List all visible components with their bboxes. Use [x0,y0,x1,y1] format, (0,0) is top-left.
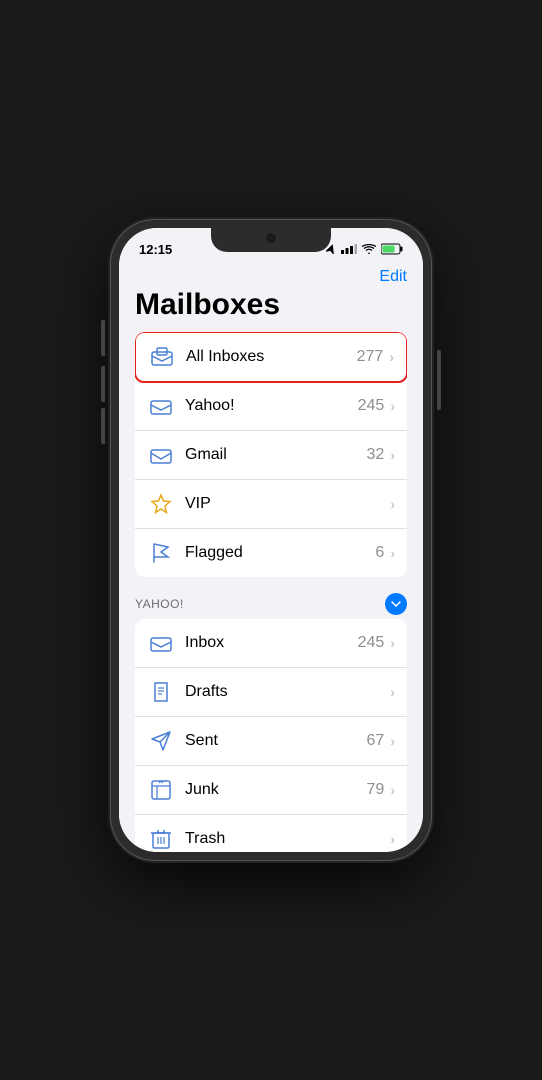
gmail-label: Gmail [185,446,367,464]
yahoo-inbox-icon [147,392,175,420]
collapse-button[interactable] [385,593,407,615]
yahoo-label: Yahoo! [185,397,358,415]
signal-icon [341,244,357,254]
junk-label: Junk [185,781,367,799]
drafts-icon [147,678,175,706]
yahoo-section-header: YAHOO! [119,585,423,619]
vip-icon [147,490,175,518]
status-icons [326,243,403,255]
flagged-icon [147,539,175,567]
sent-count: 67 [367,732,385,750]
trash-chevron: › [390,831,395,847]
vip-label: VIP [185,495,384,513]
yahoo-chevron: › [390,398,395,414]
all-inboxes-label: All Inboxes [186,348,357,366]
inbox-count: 245 [358,634,385,652]
list-item-vip[interactable]: VIP › [135,480,407,529]
status-time: 12:15 [139,242,172,257]
list-item-trash[interactable]: Trash › [135,815,407,852]
list-item-gmail[interactable]: Gmail 32 › [135,431,407,480]
trash-label: Trash [185,830,384,848]
edit-button[interactable]: Edit [379,268,407,286]
header: Edit [119,264,423,286]
drafts-chevron: › [390,684,395,700]
list-item-flagged[interactable]: Flagged 6 › [135,529,407,577]
camera [266,233,276,243]
all-inboxes-count: 277 [357,348,384,366]
vip-chevron: › [390,496,395,512]
sent-icon [147,727,175,755]
page-title: Mailboxes [119,286,423,332]
notch [211,228,331,252]
gmail-chevron: › [390,447,395,463]
gmail-icon [147,441,175,469]
inbox-icon [147,629,175,657]
list-item-inbox[interactable]: Inbox 245 › [135,619,407,668]
sent-label: Sent [185,732,367,750]
top-list-section: All Inboxes 277 › Yahoo! 245 › [135,332,407,577]
sent-chevron: › [390,733,395,749]
list-item-junk[interactable]: Junk 79 › [135,766,407,815]
list-item-yahoo[interactable]: Yahoo! 245 › [135,382,407,431]
inbox-chevron: › [390,635,395,651]
inbox-label: Inbox [185,634,358,652]
gmail-count: 32 [367,446,385,464]
wifi-icon [362,244,376,254]
list-item-sent[interactable]: Sent 67 › [135,717,407,766]
yahoo-list-section: Inbox 245 › Drafts [135,619,407,852]
flagged-chevron: › [390,545,395,561]
list-item-drafts[interactable]: Drafts › [135,668,407,717]
flagged-count: 6 [375,544,384,562]
flagged-label: Flagged [185,544,375,562]
all-inboxes-icon [148,343,176,371]
drafts-label: Drafts [185,683,384,701]
all-inboxes-chevron: › [389,349,394,365]
battery-icon [381,243,403,255]
phone-screen: 12:15 [119,228,423,852]
phone-frame: 12:15 [111,220,431,860]
yahoo-section-label: YAHOO! [135,597,184,611]
junk-count: 79 [367,781,385,799]
yahoo-count: 245 [358,397,385,415]
main-content: Edit Mailboxes All Inboxes 277 [119,264,423,852]
junk-icon [147,776,175,804]
trash-icon [147,825,175,852]
list-item-all-inboxes[interactable]: All Inboxes 277 › [135,332,407,383]
junk-chevron: › [390,782,395,798]
